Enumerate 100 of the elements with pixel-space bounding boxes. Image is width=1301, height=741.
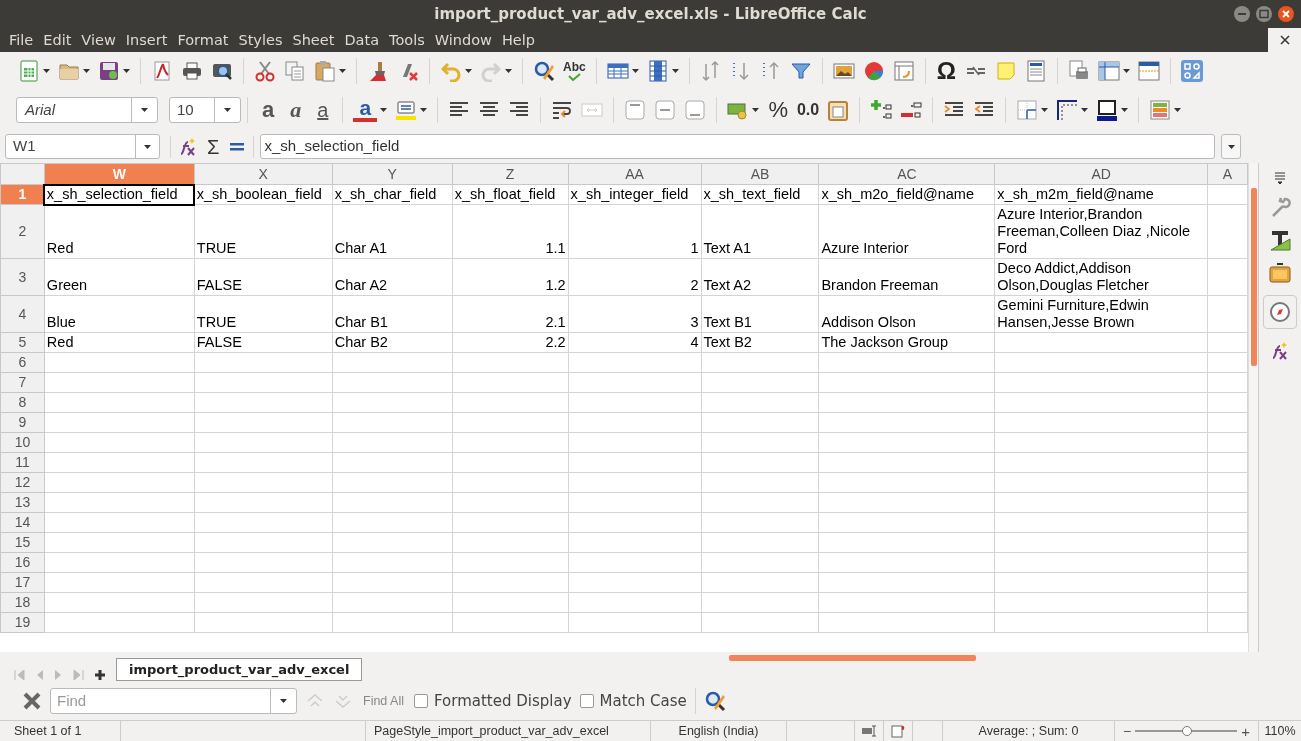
find-replace-icon[interactable] [533,60,555,82]
caret-icon[interactable] [752,108,760,112]
split-window-icon[interactable] [1137,60,1160,82]
menu-item[interactable]: Styles [233,30,288,50]
wrap-text-icon[interactable] [551,99,574,121]
zoom-slider-thumb[interactable] [1182,726,1193,736]
close-icon[interactable] [1279,35,1290,45]
find-replace-icon[interactable] [703,690,726,712]
caret-icon[interactable] [141,108,148,112]
menu-item[interactable]: Edit [38,30,77,50]
menu-item[interactable]: Window [429,30,497,50]
caret-icon[interactable] [1121,108,1129,112]
image-icon[interactable] [832,60,855,82]
caret-icon[interactable] [1174,108,1182,112]
row-header[interactable]: 14 [0,512,45,533]
number-format-button[interactable]: 0.0 [792,98,824,122]
selection-mode-icon[interactable] [861,725,877,737]
table-rows-icon[interactable] [606,60,629,82]
caret-icon[interactable] [1122,69,1130,73]
caret-icon[interactable] [1041,108,1049,112]
print-range-icon[interactable] [1067,60,1090,82]
caret-icon[interactable] [144,144,151,149]
menu-item[interactable]: View [76,30,121,50]
column-header[interactable]: AC [818,163,995,185]
caret-icon[interactable] [43,69,50,73]
row-header[interactable]: 10 [0,432,45,453]
border-color-icon[interactable] [1096,99,1119,121]
bold-button[interactable]: a [254,98,283,122]
caret-icon[interactable] [224,108,231,112]
row-header[interactable]: 19 [0,612,45,633]
caret-icon[interactable] [465,69,472,73]
align-bottom-icon[interactable] [684,99,707,121]
column-header[interactable]: Y [332,163,453,185]
add-sheet-icon[interactable] [94,669,106,681]
caret-icon[interactable] [339,69,346,73]
menu-item[interactable]: Sheet [287,30,340,50]
align-middle-icon[interactable] [654,99,677,121]
font-color-button[interactable]: a [353,98,378,122]
shapes-icon[interactable] [1180,60,1203,82]
underline-button[interactable]: a [309,98,337,122]
find-input[interactable]: Find [51,689,270,713]
caret-icon[interactable] [631,69,639,73]
row-header[interactable]: 18 [0,592,45,613]
row-header[interactable]: 11 [0,452,45,473]
column-header[interactable]: AD [994,163,1208,185]
menu-item[interactable]: Format [172,30,234,50]
italic-button[interactable]: a [282,98,310,122]
vertical-scrollbar[interactable] [1248,163,1258,652]
borders-icon[interactable] [1016,99,1039,121]
menu-icon[interactable] [1273,171,1287,185]
pdf-icon[interactable] [151,60,173,82]
close-icon[interactable] [1277,5,1295,23]
column-header[interactable]: A [1207,163,1248,185]
add-decimal-icon[interactable] [870,99,893,121]
caret-icon[interactable] [380,108,388,112]
row-header[interactable]: 3 [0,258,45,296]
row-header[interactable]: 2 [0,204,45,259]
document-icon[interactable] [1024,60,1047,82]
row-header[interactable]: 8 [0,392,45,413]
caret-icon[interactable] [505,69,512,73]
filter-icon[interactable] [789,60,812,82]
align-top-icon[interactable] [624,99,647,121]
calendar-icon[interactable] [827,99,850,121]
row-header[interactable]: 9 [0,412,45,433]
row-header[interactable]: 13 [0,492,45,513]
pivot-table-icon[interactable] [892,60,915,82]
column-header[interactable]: Z [452,163,569,185]
caret-icon[interactable] [1081,108,1089,112]
border-style-icon[interactable] [1056,99,1079,121]
sheet-tab[interactable]: import_product_var_adv_excel [116,658,363,681]
cut-icon[interactable] [254,60,276,82]
expand-formula-button[interactable] [1221,134,1241,159]
special-character-button[interactable]: Ω [931,59,961,83]
checkbox[interactable] [414,694,428,708]
caret-icon[interactable] [123,69,130,73]
column-header[interactable]: AA [568,163,702,185]
font-name-field[interactable]: Arial [16,97,158,123]
zoom-out-button[interactable]: − [1123,724,1132,738]
caret-icon[interactable] [420,108,428,112]
zoom-in-button[interactable]: + [1241,723,1250,739]
row-header[interactable]: 16 [0,552,45,573]
gallery-icon[interactable] [1269,262,1291,284]
caret-icon[interactable] [671,69,679,73]
checkbox-label[interactable]: Match Case [599,689,687,713]
percent-button[interactable]: % [763,98,793,122]
printer-icon[interactable] [181,60,203,82]
document-modified-icon[interactable] [891,724,905,738]
table-columns-icon[interactable] [646,60,669,82]
properties-icon[interactable] [1269,229,1291,251]
menu-item[interactable]: Insert [120,30,173,50]
column-header[interactable]: X [194,163,333,185]
delete-decimal-icon[interactable] [900,99,923,121]
row-header[interactable]: 5 [0,332,45,353]
row-header[interactable]: 12 [0,472,45,493]
spelling-button[interactable]: Abc [559,61,590,81]
row-header[interactable]: 6 [0,352,45,373]
formula-input[interactable]: x_sh_selection_field [260,134,1215,159]
checkbox-label[interactable]: Formatted Display [434,689,572,713]
find-field[interactable]: Find [50,688,297,714]
menu-item[interactable]: Tools [384,30,430,50]
